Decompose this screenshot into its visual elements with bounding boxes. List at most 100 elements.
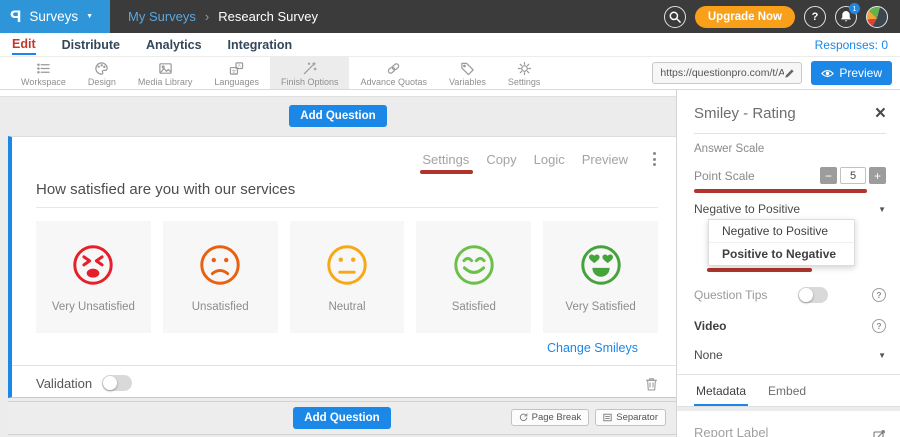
- smiley-option-very-unsatisfied[interactable]: Very Unsatisfied: [36, 221, 151, 333]
- option-positive-to-negative[interactable]: Positive to Negative: [709, 243, 854, 265]
- toolbar-item-workspace[interactable]: Workspace: [10, 57, 77, 89]
- tab-integration[interactable]: Integration: [228, 36, 293, 54]
- breadcrumb-my-surveys[interactable]: My Surveys: [128, 9, 196, 24]
- video-label: Video: [694, 319, 726, 333]
- report-label-input[interactable]: [694, 425, 846, 437]
- point-scale-stepper: − 5 +: [820, 167, 886, 184]
- question-action-logic[interactable]: Logic: [534, 152, 565, 167]
- separator-button[interactable]: Separator: [595, 409, 666, 426]
- user-avatar[interactable]: [866, 6, 888, 28]
- question-action-copy[interactable]: Copy: [486, 152, 516, 167]
- video-select[interactable]: None ▼: [694, 348, 886, 362]
- smiley-option-unsatisfied[interactable]: Unsatisfied: [163, 221, 278, 333]
- tab-embed[interactable]: Embed: [766, 375, 808, 406]
- responses-count[interactable]: Responses: 0: [815, 38, 888, 52]
- workspace-list-icon: [36, 61, 51, 76]
- point-scale-row: Point Scale − 5 +: [694, 167, 886, 184]
- edit-pencil-icon[interactable]: [784, 68, 795, 79]
- toolbar-item-variables[interactable]: Variables: [438, 57, 497, 89]
- question-settings-panel: Smiley - Rating × Answer Scale Point Sca…: [676, 90, 900, 437]
- toolbar-item-finish-options[interactable]: Finish Options: [270, 57, 350, 89]
- smiley-smile-icon: [451, 242, 497, 288]
- tabs-shadow-strip: [677, 407, 900, 411]
- page-break-button[interactable]: Page Break: [511, 409, 590, 426]
- toolbar-item-advance-quotas[interactable]: Advance Quotas: [349, 57, 438, 89]
- product-switcher[interactable]: P Surveys ▼: [0, 0, 110, 33]
- smiley-x-eyes-icon: [70, 242, 116, 288]
- trash-icon: [645, 376, 658, 391]
- validation-label: Validation: [36, 376, 92, 391]
- smiley-option-very-satisfied[interactable]: Very Satisfied: [543, 221, 658, 333]
- breadcrumb-separator: ›: [205, 9, 209, 24]
- video-row: Video ?: [694, 319, 886, 333]
- question-card[interactable]: Settings Copy Logic Preview How satisfie…: [8, 136, 676, 398]
- tab-edit[interactable]: Edit: [12, 35, 36, 55]
- chevron-down-icon: ▼: [878, 351, 886, 360]
- smiley-option-satisfied[interactable]: Satisfied: [416, 221, 531, 333]
- red-annotation-underline-option: [707, 268, 812, 272]
- questionpro-logo-icon: P: [10, 7, 21, 27]
- gear-icon: [517, 61, 532, 76]
- close-panel-icon[interactable]: ×: [875, 107, 886, 121]
- decrease-scale-button[interactable]: −: [820, 167, 837, 184]
- question-action-settings[interactable]: Settings: [422, 152, 469, 167]
- toolbar-item-media-library[interactable]: Media Library: [127, 57, 204, 89]
- toolbar-item-languages[interactable]: A文 Languages: [203, 57, 270, 89]
- add-question-button-bottom[interactable]: Add Question: [293, 407, 390, 429]
- chevron-down-icon: ▼: [878, 205, 886, 214]
- canvas-top-strip: [0, 90, 676, 97]
- product-menu-label: Surveys: [29, 9, 78, 24]
- question-title[interactable]: How satisfied are you with our services: [36, 181, 658, 208]
- red-annotation-underline-point-scale: [694, 189, 867, 193]
- validation-row: Validation: [12, 365, 676, 391]
- point-scale-label: Point Scale: [694, 169, 755, 183]
- upgrade-now-button[interactable]: Upgrade Now: [695, 6, 795, 28]
- search-button[interactable]: [664, 6, 686, 28]
- svg-text:文: 文: [232, 67, 237, 74]
- option-negative-to-positive[interactable]: Negative to Positive: [709, 220, 854, 243]
- question-tips-row: Question Tips ?: [694, 287, 886, 303]
- help-icon[interactable]: ?: [872, 288, 886, 302]
- footer-tools: Page Break Separator: [511, 409, 666, 426]
- edit-in-window-icon: [873, 429, 886, 437]
- editor-toolbar: Workspace Design Media Library A文 Langua…: [0, 57, 900, 90]
- breadcrumb-current-survey: Research Survey: [218, 9, 318, 24]
- change-smileys-link[interactable]: Change Smileys: [12, 341, 638, 355]
- separator-icon: [603, 413, 612, 422]
- delete-question-button[interactable]: [645, 376, 658, 391]
- report-label-row: [694, 425, 886, 437]
- survey-url-field[interactable]: [652, 62, 802, 84]
- help-button[interactable]: ?: [804, 6, 826, 28]
- direction-dropdown-menu: Negative to Positive Positive to Negativ…: [708, 219, 855, 266]
- validation-toggle[interactable]: [102, 375, 132, 391]
- add-question-button-top[interactable]: Add Question: [289, 105, 386, 127]
- translate-icon: A文: [229, 61, 244, 76]
- direction-select[interactable]: Negative to Positive ▼: [694, 202, 886, 216]
- image-icon: [158, 61, 173, 76]
- increase-scale-button[interactable]: +: [869, 167, 886, 184]
- question-mark-icon: ?: [812, 11, 819, 23]
- palette-icon: [94, 61, 109, 76]
- topbar-actions: Upgrade Now ? 1: [664, 6, 900, 28]
- question-action-preview[interactable]: Preview: [582, 152, 628, 167]
- toolbar-right: Preview: [652, 57, 900, 89]
- help-icon[interactable]: ?: [872, 319, 886, 333]
- breadcrumb: My Surveys › Research Survey: [110, 9, 318, 24]
- survey-canvas: Add Question Settings Copy Logic Preview…: [0, 90, 676, 437]
- toolbar-item-settings[interactable]: Settings: [497, 57, 552, 89]
- point-scale-value[interactable]: 5: [840, 167, 866, 184]
- smiley-option-neutral[interactable]: Neutral: [290, 221, 405, 333]
- open-editor-button[interactable]: [873, 429, 886, 437]
- survey-url-input[interactable]: [660, 67, 784, 79]
- tab-analytics[interactable]: Analytics: [146, 36, 202, 54]
- answer-scale-label: Answer Scale: [694, 143, 886, 155]
- toolbar-item-design[interactable]: Design: [77, 57, 127, 89]
- tab-distribute[interactable]: Distribute: [62, 36, 120, 54]
- preview-button[interactable]: Preview: [811, 61, 892, 85]
- content-area: Add Question Settings Copy Logic Preview…: [0, 90, 900, 437]
- smiley-neutral-icon: [324, 242, 370, 288]
- kebab-menu-icon[interactable]: [649, 150, 660, 168]
- tab-metadata[interactable]: Metadata: [694, 375, 748, 406]
- question-tips-toggle[interactable]: [798, 287, 828, 303]
- notifications-button[interactable]: 1: [835, 6, 857, 28]
